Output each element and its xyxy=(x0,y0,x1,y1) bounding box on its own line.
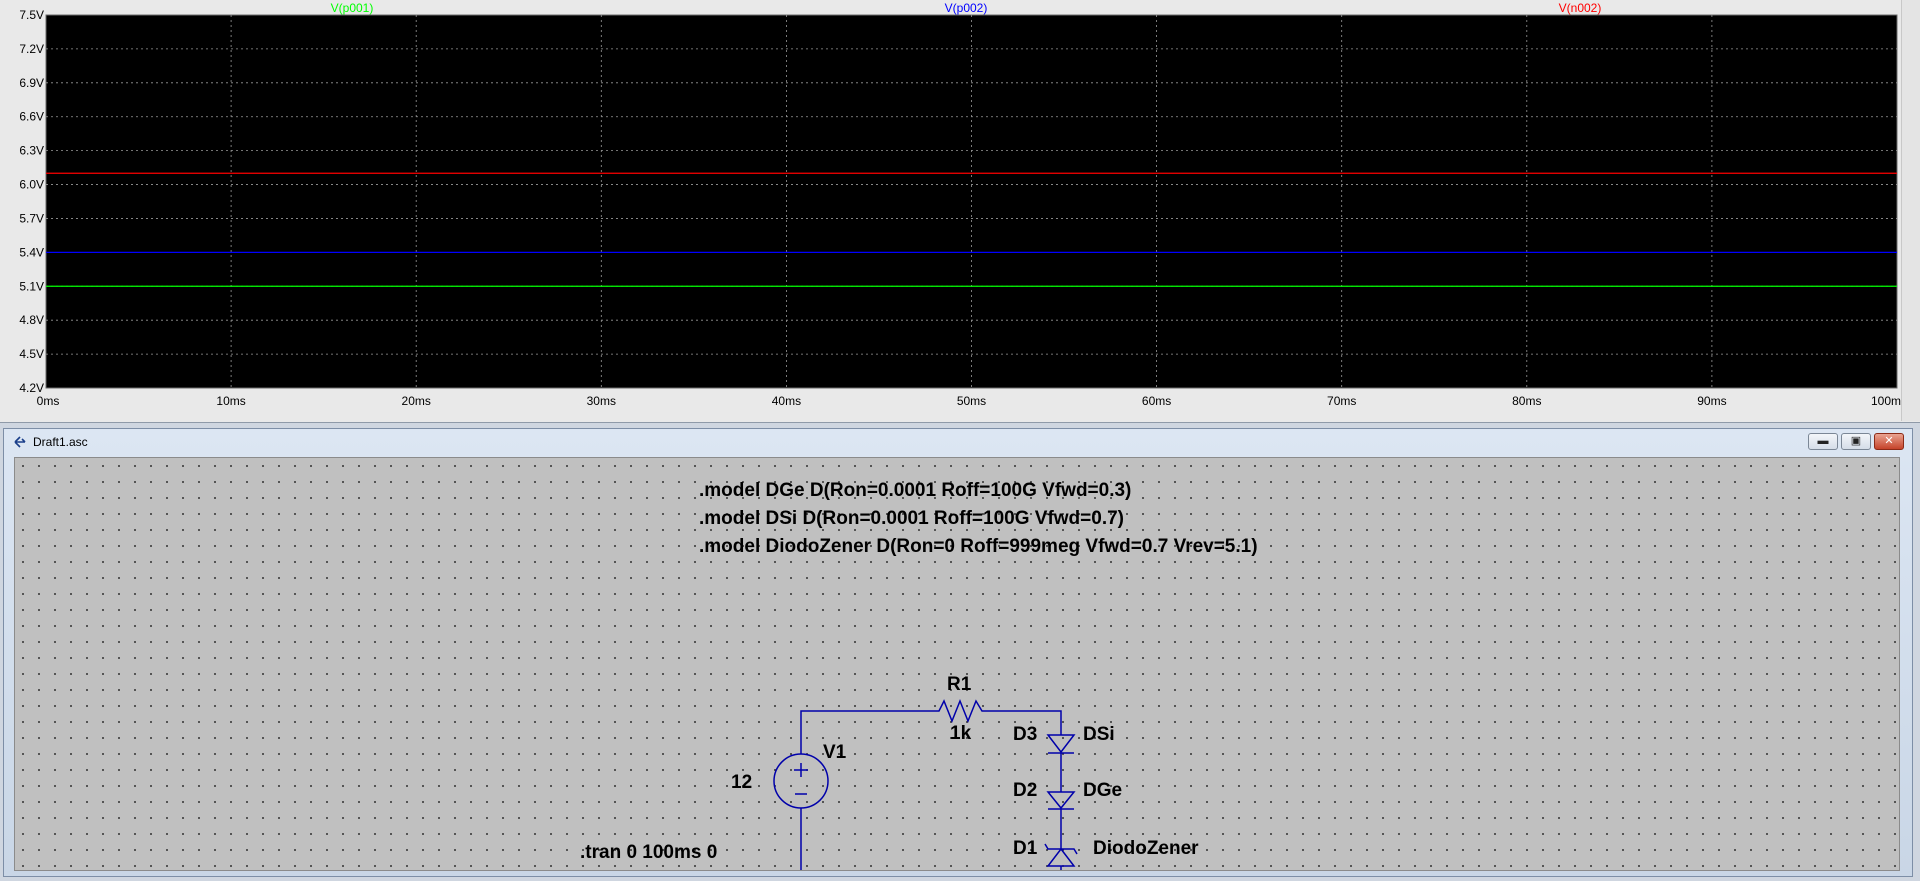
window-titlebar[interactable]: Draft1.asc ▬ ▣ ✕ xyxy=(4,429,1912,455)
y-tick-label: 6.9V xyxy=(19,76,44,90)
model-directive-dge[interactable]: .model DGe D(Ron=0.0001 Roff=100G Vfwd=0… xyxy=(699,480,1131,501)
waveform-scrollbar[interactable] xyxy=(1901,0,1920,421)
resistor-r1[interactable] xyxy=(935,698,987,724)
y-tick-label: 6.3V xyxy=(19,144,44,158)
v1-ref-label[interactable]: V1 xyxy=(823,742,847,763)
voltage-source-v1[interactable] xyxy=(773,753,829,809)
y-tick-label: 6.6V xyxy=(19,110,44,124)
trace-label-vn002[interactable]: V(n002) xyxy=(1559,1,1602,15)
x-tick-label: 70ms xyxy=(1327,394,1356,408)
close-button[interactable]: ✕ xyxy=(1874,433,1904,450)
model-directive-dsi[interactable]: .model DSi D(Ron=0.0001 Roff=100G Vfwd=0… xyxy=(699,508,1124,529)
diode-d2[interactable] xyxy=(1046,791,1076,810)
d1-ref-label[interactable]: D1 xyxy=(1013,838,1038,859)
diode-d3[interactable] xyxy=(1046,734,1076,754)
y-tick-label: 5.4V xyxy=(19,245,44,259)
trace-label-vp001[interactable]: V(p001) xyxy=(331,1,374,15)
schematic-app-icon xyxy=(14,436,26,448)
schematic-canvas[interactable]: .model DGe D(Ron=0.0001 Roff=100G Vfwd=0… xyxy=(14,457,1900,871)
schematic-drawing[interactable]: .model DGe D(Ron=0.0001 Roff=100G Vfwd=0… xyxy=(15,458,1900,871)
r1-value-label[interactable]: 1k xyxy=(950,723,972,744)
x-tick-label: 10ms xyxy=(216,394,245,408)
x-tick-label: 90ms xyxy=(1697,394,1726,408)
x-tick-label: 20ms xyxy=(402,394,431,408)
waveform-plot[interactable]: 7.5V 7.2V 6.9V 6.6V 6.3V 6.0V 5.7V 5.4V 5.1V 4.8V… xyxy=(0,0,1902,420)
x-tick-label: 100ms xyxy=(1871,394,1902,408)
waveform-viewer[interactable]: 7.5V 7.2V 6.9V 6.6V 6.3V 6.0V 5.7V 5.4V 5.1V 4.8V… xyxy=(0,0,1920,423)
y-tick-label: 7.5V xyxy=(19,8,44,22)
trace-label-vp002[interactable]: V(p002) xyxy=(945,1,988,15)
schematic-window[interactable]: Draft1.asc ▬ ▣ ✕ .model DGe D(Ron=0.0001… xyxy=(3,428,1913,877)
minimize-button[interactable]: ▬ xyxy=(1808,433,1838,450)
tran-directive[interactable]: .tran 0 100ms 0 xyxy=(580,842,717,863)
window-title: Draft1.asc xyxy=(33,435,88,449)
d1-model-label[interactable]: DiodoZener xyxy=(1093,838,1199,859)
x-tick-label: 0ms xyxy=(37,394,60,408)
d3-ref-label[interactable]: D3 xyxy=(1013,724,1037,745)
model-directive-zener[interactable]: .model DiodoZener D(Ron=0 Roff=999meg Vf… xyxy=(699,536,1258,557)
v1-value-label[interactable]: 12 xyxy=(731,772,752,793)
x-tick-label: 30ms xyxy=(587,394,616,408)
wire-top-left[interactable] xyxy=(800,710,935,754)
x-tick-label: 60ms xyxy=(1142,394,1171,408)
x-tick-label: 40ms xyxy=(772,394,801,408)
x-tick-label: 80ms xyxy=(1512,394,1541,408)
r1-ref-label[interactable]: R1 xyxy=(947,674,972,695)
y-tick-label: 7.2V xyxy=(19,42,44,56)
y-tick-label: 6.0V xyxy=(19,178,44,192)
d2-model-label[interactable]: DGe xyxy=(1083,780,1122,801)
maximize-button[interactable]: ▣ xyxy=(1841,433,1871,450)
x-tick-label: 50ms xyxy=(957,394,986,408)
d3-model-label[interactable]: DSi xyxy=(1083,724,1115,745)
y-tick-label: 4.5V xyxy=(19,347,44,361)
y-tick-label: 5.1V xyxy=(19,279,44,293)
y-tick-label: 4.8V xyxy=(19,313,44,327)
y-tick-label: 4.2V xyxy=(19,381,44,395)
d2-ref-label[interactable]: D2 xyxy=(1013,780,1037,801)
y-tick-label: 5.7V xyxy=(19,211,44,225)
